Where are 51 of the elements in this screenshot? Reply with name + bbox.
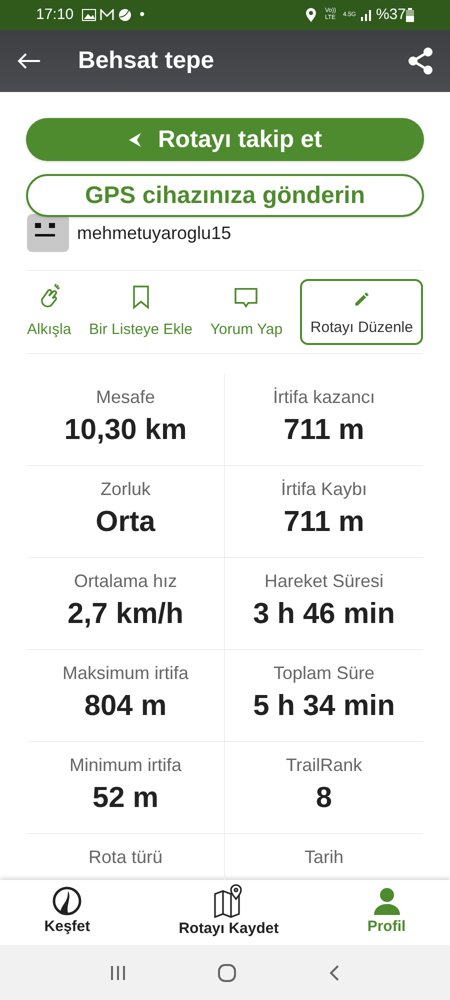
- swoosh-circle-icon: [52, 886, 82, 916]
- nav-tab[interactable]: Keşfet: [44, 886, 90, 939]
- stat-value: 804 m: [84, 689, 167, 724]
- stat-value: 711 m: [284, 505, 364, 540]
- send-to-gps-button[interactable]: GPS cihazınıza gönderin: [26, 174, 424, 217]
- back-arrow-icon[interactable]: [16, 51, 42, 71]
- action-button[interactable]: Alkışla: [27, 279, 72, 345]
- stat-label: Rota türü: [88, 846, 163, 869]
- stat-label: Tarih: [304, 846, 344, 869]
- image-icon: [82, 9, 96, 21]
- nav-tab[interactable]: Rotayı Kaydet: [178, 884, 279, 941]
- clock: 17:10: [36, 4, 74, 25]
- recent-apps-icon[interactable]: [110, 964, 126, 980]
- stat-label: TrailRank: [286, 754, 362, 777]
- notification-dot: •: [140, 4, 145, 25]
- stat-value: 2,7 km/h: [67, 597, 184, 632]
- battery-percent: %37: [376, 4, 406, 25]
- stat-value: 10,30 km: [64, 413, 187, 448]
- stat-value: 3 h 46 min: [253, 597, 395, 632]
- author-name: mehmetuyaroglu15: [77, 222, 232, 245]
- stat-label: İrtifa Kaybı: [280, 478, 368, 501]
- stat-label: Zorluk: [100, 478, 150, 501]
- avatar-icon: [27, 214, 69, 252]
- action-button[interactable]: Yorum Yap: [210, 279, 283, 345]
- stat-label: Ortalama hız: [74, 570, 178, 593]
- mail-icon: [100, 9, 114, 21]
- stat-label: İrtifa kazancı: [272, 386, 376, 409]
- stat-label: Maksimum irtifa: [62, 662, 188, 685]
- stat-label: Minimum irtifa: [69, 754, 182, 777]
- signal-icon: [360, 9, 372, 21]
- stat-value: 5 h 34 min: [253, 689, 395, 724]
- battery-icon: [406, 8, 414, 22]
- ball-icon: [118, 8, 132, 22]
- app-bar-title: Behsat tepe: [78, 46, 214, 76]
- stat-label: Toplam Süre: [273, 662, 375, 685]
- stat-value: 52 m: [92, 781, 159, 816]
- nav-tab[interactable]: Profil: [367, 886, 406, 939]
- back-icon[interactable]: [328, 964, 340, 982]
- stat-value: Orta: [96, 505, 156, 540]
- share-icon[interactable]: [408, 47, 434, 75]
- follow-route-button[interactable]: Rotayı takip et: [26, 118, 424, 161]
- stat-value: 8: [316, 781, 332, 816]
- home-icon[interactable]: [216, 962, 237, 982]
- action-button[interactable]: Rotayı Düzenle: [300, 279, 423, 345]
- action-button[interactable]: Bir Listeye Ekle: [89, 279, 192, 345]
- location-icon: [304, 8, 317, 22]
- stat-label: Mesafe: [96, 386, 156, 409]
- stat-value: 711 m: [284, 413, 364, 448]
- stat-label: Hareket Süresi: [264, 570, 384, 593]
- navigation-arrow-icon: [128, 132, 142, 148]
- person-icon: [372, 886, 402, 916]
